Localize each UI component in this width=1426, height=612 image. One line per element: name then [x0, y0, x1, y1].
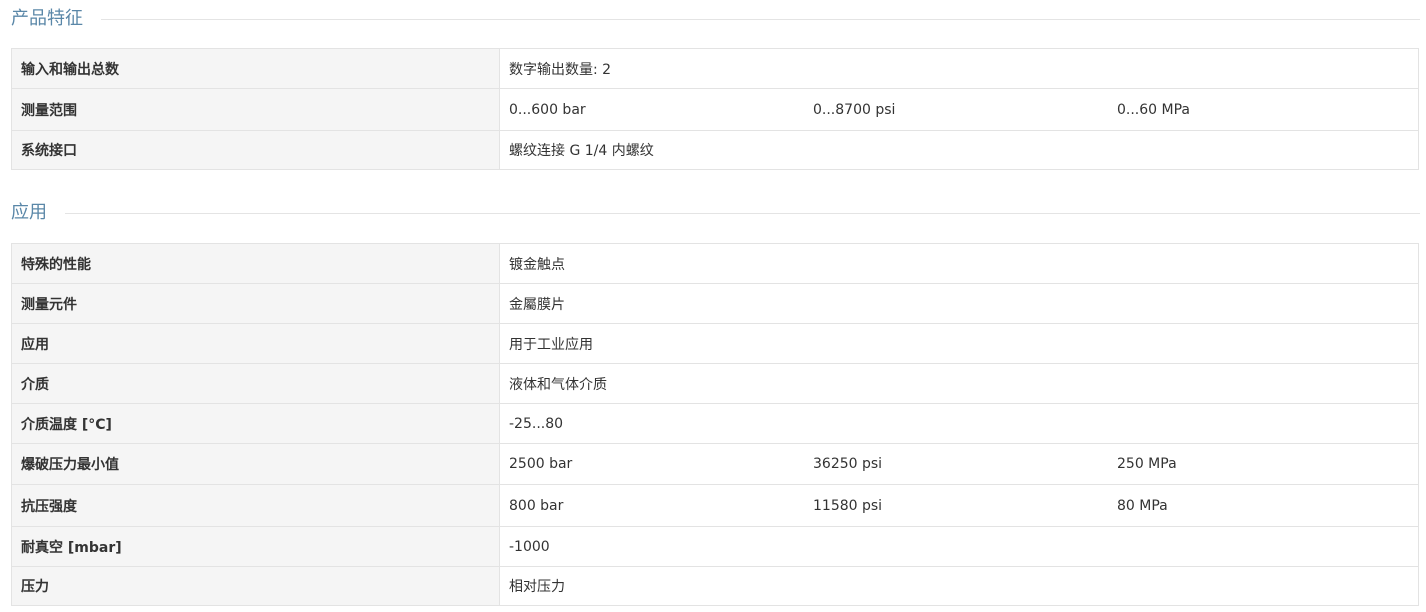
row-label: 系统接口 [11, 130, 500, 170]
row-label: 输入和输出总数 [11, 48, 500, 89]
table-row: 介质温度 [°C] -25...80 [11, 403, 1419, 444]
application-table: 特殊的性能 镀金触点 测量元件 金屬膜片 应用 用于工业应用 介质 液体和气体介… [11, 243, 1419, 606]
row-value: 用于工业应用 [499, 323, 1419, 364]
table-row: 耐真空 [mbar] -1000 [11, 526, 1419, 567]
value-cell: 相对压力 [509, 579, 565, 595]
row-label: 介质温度 [°C] [11, 403, 500, 444]
row-label: 耐真空 [mbar] [11, 526, 500, 567]
table-row: 应用 用于工业应用 [11, 323, 1419, 364]
row-value: 2500 bar 36250 psi 250 MPa [499, 443, 1419, 485]
value-cell: 数字输出数量: 2 [509, 61, 612, 78]
row-label: 爆破压力最小值 [11, 443, 500, 485]
section-title: 应用 [11, 202, 47, 223]
row-label: 测量元件 [11, 283, 500, 324]
features-table: 输入和输出总数 数字输出数量: 2 测量范围 0...600 bar 0...87… [11, 48, 1419, 170]
value-cell: 2500 bar [509, 456, 573, 472]
table-row: 抗压强度 800 bar 11580 psi 80 MPa [11, 484, 1419, 527]
table-row: 压力 相对压力 [11, 566, 1419, 606]
table-row: 测量范围 0...600 bar 0...8700 psi 0...60 MPa [11, 88, 1419, 131]
value-cell: 0...600 bar [509, 101, 586, 118]
value-cell: 液体和气体介质 [509, 376, 607, 393]
row-label: 抗压强度 [11, 484, 500, 527]
row-label: 应用 [11, 323, 500, 364]
row-value: -1000 [499, 526, 1419, 567]
row-label: 特殊的性能 [11, 243, 500, 284]
section-divider [65, 212, 1420, 214]
row-value: 螺纹连接 G 1/4 内螺纹 [499, 130, 1419, 170]
value-cell: 11580 psi [813, 497, 883, 514]
value-cell: 螺纹连接 G 1/4 内螺纹 [509, 143, 654, 159]
value-cell: 金屬膜片 [509, 296, 565, 313]
value-cell: 0...60 MPa [1117, 101, 1190, 118]
table-row: 系统接口 螺纹连接 G 1/4 内螺纹 [11, 130, 1419, 170]
row-value: 数字输出数量: 2 [499, 48, 1419, 89]
row-value: -25...80 [499, 403, 1419, 444]
row-value: 液体和气体介质 [499, 363, 1419, 404]
value-cell: 250 MPa [1117, 456, 1177, 472]
section-heading-application: 应用 [11, 201, 1420, 225]
value-cell: 0...8700 psi [813, 101, 896, 118]
value-cell: -25...80 [509, 415, 564, 432]
table-row: 介质 液体和气体介质 [11, 363, 1419, 404]
table-row: 爆破压力最小值 2500 bar 36250 psi 250 MPa [11, 443, 1419, 485]
value-cell: 36250 psi [813, 456, 883, 472]
value-cell: 用于工业应用 [509, 336, 593, 353]
row-label: 测量范围 [11, 88, 500, 131]
value-cell: 800 bar [509, 497, 564, 514]
table-row: 特殊的性能 镀金触点 [11, 243, 1419, 284]
value-cell: 80 MPa [1117, 497, 1168, 514]
row-value: 相对压力 [499, 566, 1419, 606]
row-value: 800 bar 11580 psi 80 MPa [499, 484, 1419, 527]
row-label: 压力 [11, 566, 500, 606]
section-divider [101, 18, 1420, 20]
row-label: 介质 [11, 363, 500, 404]
row-value: 金屬膜片 [499, 283, 1419, 324]
row-value: 0...600 bar 0...8700 psi 0...60 MPa [499, 88, 1419, 131]
section-title: 产品特征 [11, 8, 83, 29]
row-value: 镀金触点 [499, 243, 1419, 284]
value-cell: 镀金触点 [509, 256, 565, 273]
table-row: 输入和输出总数 数字输出数量: 2 [11, 48, 1419, 89]
section-heading-features: 产品特征 [11, 7, 1420, 31]
value-cell: -1000 [509, 538, 550, 555]
table-row: 测量元件 金屬膜片 [11, 283, 1419, 324]
